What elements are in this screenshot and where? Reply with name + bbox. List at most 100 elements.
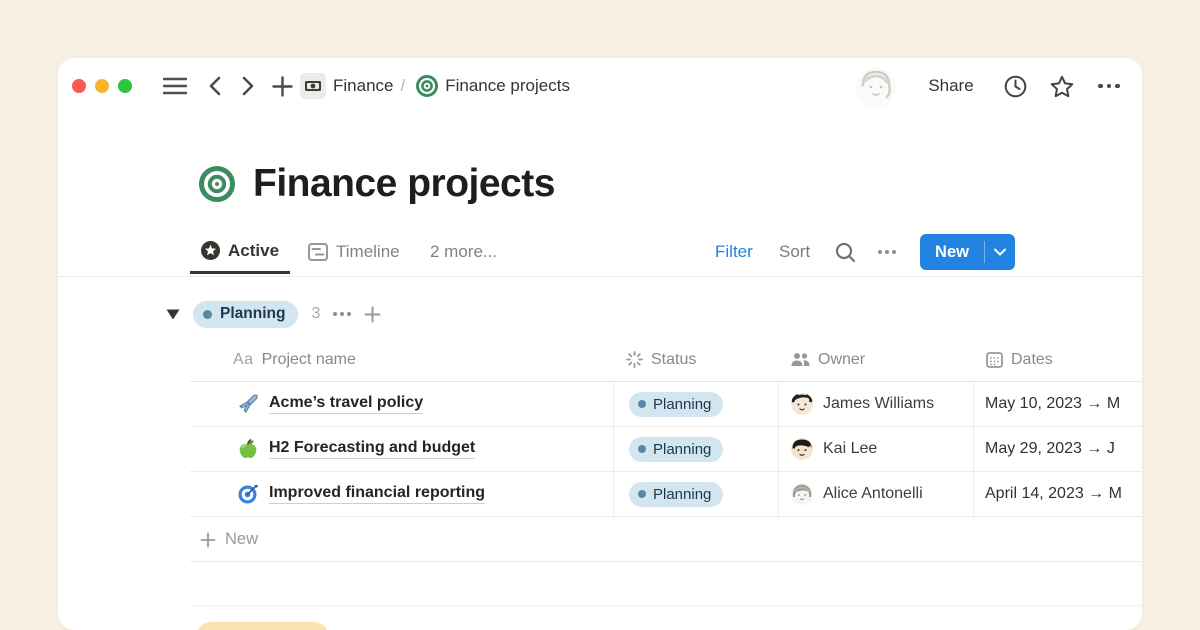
status-pill: Planning xyxy=(629,482,723,507)
blue-target-icon xyxy=(237,483,259,505)
status-dot xyxy=(638,490,646,498)
next-group-pill[interactable] xyxy=(196,622,329,630)
tab-active[interactable]: Active xyxy=(190,230,290,274)
forward-icon[interactable] xyxy=(236,58,260,114)
status-label: Planning xyxy=(653,396,711,413)
group-name: Planning xyxy=(220,305,285,323)
share-label: Share xyxy=(928,76,973,96)
owner-name: Alice Antonelli xyxy=(823,485,923,503)
status-dot xyxy=(638,400,646,408)
breadcrumb-current[interactable]: Finance projects xyxy=(445,76,570,96)
group-pill-planning[interactable]: Planning xyxy=(193,301,298,328)
column-header-project-name[interactable]: Aa Project name xyxy=(190,338,613,381)
favorite-star-icon[interactable] xyxy=(1047,58,1077,114)
dates-cell[interactable]: May 10, 2023 → M xyxy=(973,382,1142,426)
project-name-cell[interactable]: H2 Forecasting and budget xyxy=(190,427,613,471)
status-dot xyxy=(638,445,646,453)
timeline-icon xyxy=(308,243,328,261)
airplane-icon xyxy=(237,393,259,415)
group-add-icon[interactable] xyxy=(364,306,381,323)
target-page-icon xyxy=(416,75,438,97)
search-icon[interactable] xyxy=(835,230,856,274)
new-page-icon[interactable] xyxy=(268,58,296,114)
status-spinner-icon xyxy=(626,351,643,368)
owner-avatar xyxy=(791,438,813,460)
status-label: Planning xyxy=(653,441,711,458)
project-name-cell[interactable]: Improved financial reporting xyxy=(190,472,613,516)
column-label: Project name xyxy=(262,351,356,369)
new-button[interactable]: New xyxy=(920,234,1015,270)
page-icon-target[interactable] xyxy=(199,166,235,202)
status-cell[interactable]: Planning xyxy=(613,427,778,471)
owner-cell[interactable]: Alice Antonelli xyxy=(778,472,973,516)
tab-timeline-label: Timeline xyxy=(336,242,400,262)
breadcrumb: Finance / Finance projects xyxy=(300,58,570,114)
group-options-icon[interactable] xyxy=(333,312,351,316)
tab-timeline[interactable]: Timeline xyxy=(308,230,400,274)
owner-cell[interactable]: Kai Lee xyxy=(778,427,973,471)
plus-icon xyxy=(200,532,216,548)
column-label: Dates xyxy=(1011,351,1053,369)
status-label: Planning xyxy=(653,486,711,503)
filter-button[interactable]: Filter xyxy=(715,230,753,274)
date-range: April 14, 2023 → M xyxy=(985,485,1122,503)
toolbar-divider xyxy=(58,276,1142,277)
status-cell[interactable]: Planning xyxy=(613,472,778,516)
owner-avatar xyxy=(791,393,813,415)
zoom-window-button[interactable] xyxy=(118,79,132,93)
new-button-label: New xyxy=(920,243,984,262)
section-divider xyxy=(190,605,1142,606)
project-name-link[interactable]: Acme’s travel policy xyxy=(269,394,423,414)
date-range: May 29, 2023 → J xyxy=(985,440,1115,458)
project-name-link[interactable]: H2 Forecasting and budget xyxy=(269,439,475,459)
close-window-button[interactable] xyxy=(72,79,86,93)
people-icon xyxy=(791,352,810,367)
date-range: May 10, 2023 → M xyxy=(985,395,1120,413)
status-cell[interactable]: Planning xyxy=(613,382,778,426)
column-header-status[interactable]: Status xyxy=(613,338,778,381)
owner-cell[interactable]: James Williams xyxy=(778,382,973,426)
more-options-icon[interactable] xyxy=(1093,58,1125,114)
table-row: H2 Forecasting and budget Planning Kai L… xyxy=(190,427,1142,472)
tab-more-views[interactable]: 2 more... xyxy=(430,230,497,274)
group-count: 3 xyxy=(311,305,320,323)
minimize-window-button[interactable] xyxy=(95,79,109,93)
owner-name: James Williams xyxy=(823,395,934,413)
tab-active-label: Active xyxy=(228,241,279,261)
sidebar-menu-icon[interactable] xyxy=(161,58,189,114)
add-row-label: New xyxy=(225,530,258,549)
add-row-button[interactable]: New xyxy=(190,518,1142,562)
column-header-dates[interactable]: Dates xyxy=(973,338,1142,381)
green-apple-icon xyxy=(237,438,259,460)
project-name-link[interactable]: Improved financial reporting xyxy=(269,484,485,504)
sort-button[interactable]: Sort xyxy=(779,230,810,274)
updates-clock-icon[interactable] xyxy=(1000,58,1030,114)
group-collapse-triangle-icon[interactable] xyxy=(166,309,180,320)
table-row: Acme’s travel policy Planning James Will… xyxy=(190,382,1142,427)
column-label: Status xyxy=(651,351,696,369)
new-button-chevron-icon[interactable] xyxy=(985,248,1015,256)
calendar-icon xyxy=(986,351,1003,368)
page-title: Finance projects xyxy=(253,162,555,206)
text-type-icon: Aa xyxy=(233,351,254,369)
window-topbar: Finance / Finance projects Share xyxy=(58,58,1142,114)
traffic-lights xyxy=(72,79,132,93)
banknote-icon[interactable] xyxy=(300,73,326,99)
star-circle-icon xyxy=(201,241,220,260)
dates-cell[interactable]: April 14, 2023 → M xyxy=(973,472,1142,516)
project-name-cell[interactable]: Acme’s travel policy xyxy=(190,382,613,426)
dates-cell[interactable]: May 29, 2023 → J xyxy=(973,427,1142,471)
projects-table: Aa Project name Status Owner Dates Acme’… xyxy=(190,338,1142,517)
sort-label: Sort xyxy=(779,242,810,262)
notion-window: Finance / Finance projects Share Finance… xyxy=(58,58,1142,630)
filter-label: Filter xyxy=(715,242,753,262)
share-button[interactable]: Share xyxy=(920,58,982,114)
owner-avatar xyxy=(791,483,813,505)
user-avatar[interactable] xyxy=(855,67,897,109)
column-header-owner[interactable]: Owner xyxy=(778,338,973,381)
breadcrumb-parent[interactable]: Finance xyxy=(333,76,393,96)
back-icon[interactable] xyxy=(202,58,226,114)
status-pill: Planning xyxy=(629,392,723,417)
table-header-row: Aa Project name Status Owner Dates xyxy=(190,338,1142,382)
view-options-icon[interactable] xyxy=(878,230,896,274)
